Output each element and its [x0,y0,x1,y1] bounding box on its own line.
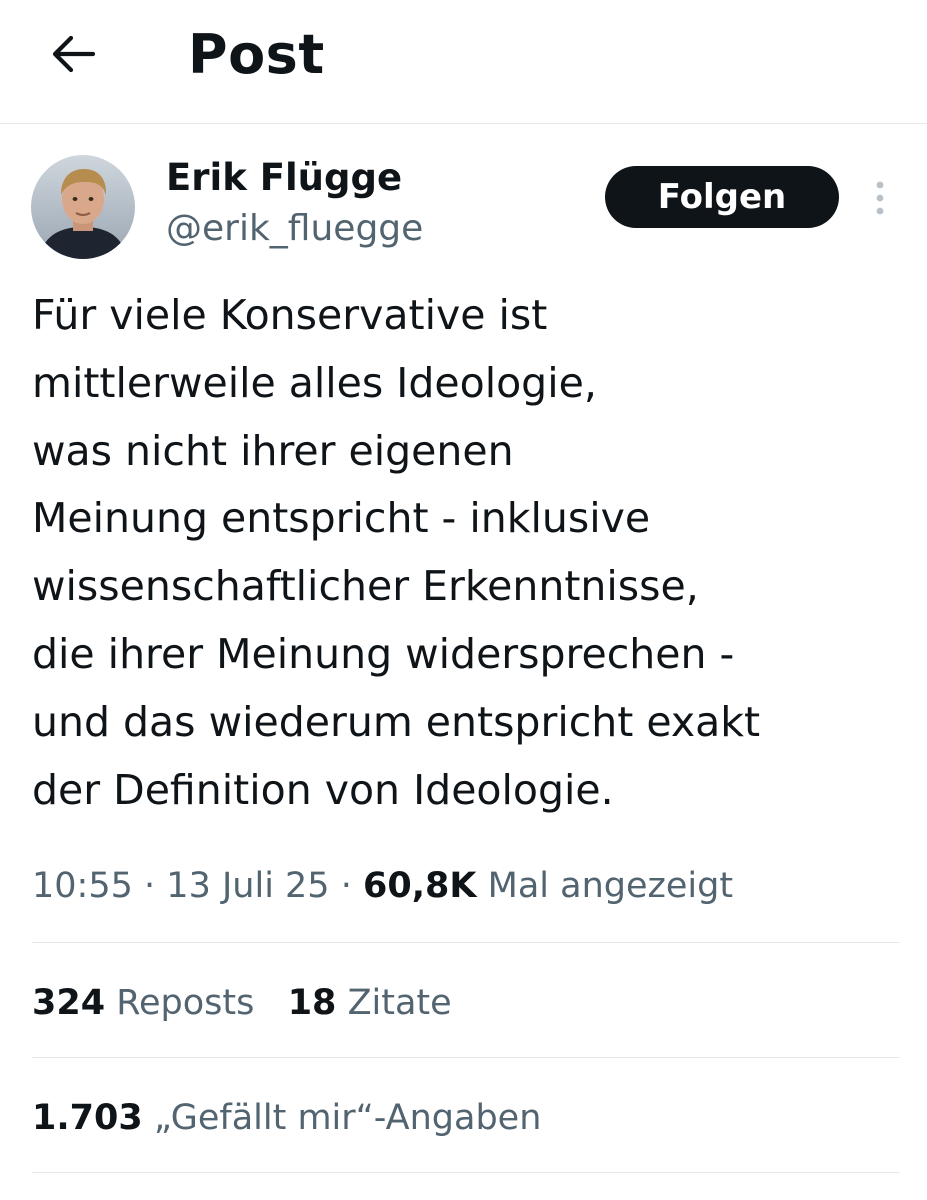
post-text-line: Für viele Konservative ist [32,291,548,339]
post-text-line: und das wiederum entspricht exakt [32,697,761,746]
author-handle[interactable]: @erik_fluegge [166,206,423,252]
follow-button[interactable]: Folgen [605,166,839,228]
likes-stat[interactable]: 1.703 „Gefällt mir“-Angaben [32,1098,541,1138]
quotes-stat[interactable]: 18 Zitate [288,983,452,1023]
engagement-stats: 324 Reposts 18 Zitate [32,975,452,1031]
quotes-label: Zitate [347,983,452,1023]
more-vertical-icon [876,181,884,215]
back-button[interactable] [44,28,102,80]
post-text-line: was nicht ihrer eigenen [32,426,514,475]
likes-stat-row: 1.703 „Gefällt mir“-Angaben [32,1090,541,1146]
post-text-line: Meinung entspricht - inklusive [32,494,651,543]
likes-count: 1.703 [32,1098,143,1138]
post-date[interactable]: 13 Juli 25 [166,866,329,906]
post-text: Für viele Konservative ist mittlerweile … [32,282,912,824]
page-title: Post [188,23,325,86]
meta-separator: · [144,866,156,906]
post-text-line: mittlerweile alles Ideologie, [32,358,597,407]
post-text-line: wissenschaftlicher Erkenntnisse, [32,562,699,611]
views-count: 60,8K [363,866,477,906]
arrow-left-icon [52,35,96,73]
reposts-count: 324 [32,983,106,1023]
post-text-line: der Definition von Ideologie. [32,765,614,814]
more-options-button[interactable] [864,176,896,220]
post-meta: 10:55 · 13 Juli 25 · 60,8K Mal angezeigt [32,858,733,914]
post-time[interactable]: 10:55 [32,866,133,906]
post-text-line: die ihrer Meinung widersprechen - [32,629,735,678]
divider [32,1057,900,1058]
avatar[interactable] [31,155,135,259]
views-label: Mal angezeigt [487,866,734,906]
quotes-count: 18 [287,983,337,1023]
divider [32,942,900,943]
meta-separator: · [340,866,352,906]
divider [32,1172,900,1173]
author-name[interactable]: Erik Flügge [166,154,402,202]
reposts-stat[interactable]: 324 Reposts [32,983,254,1023]
top-bar: Post [0,0,927,124]
reposts-label: Reposts [116,983,255,1023]
likes-label: „Gefällt mir“-Angaben [153,1098,542,1138]
